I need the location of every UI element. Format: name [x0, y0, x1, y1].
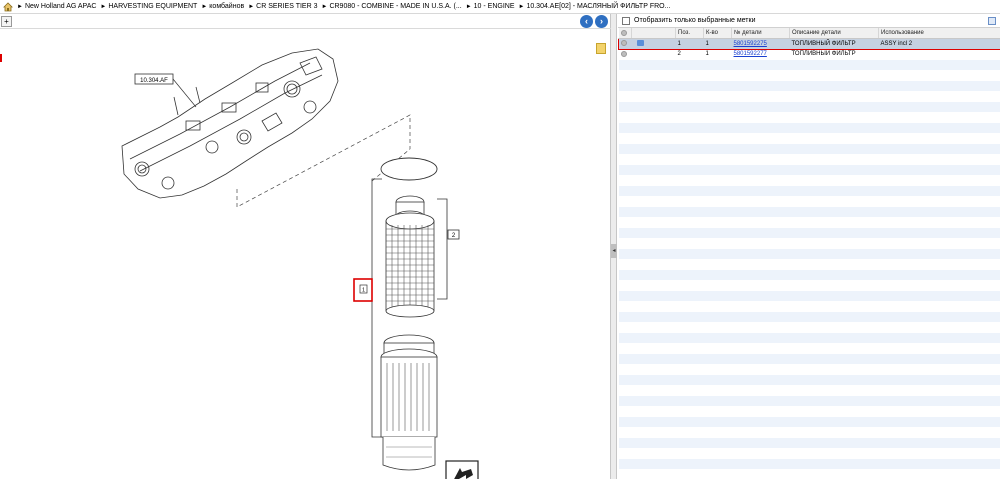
header-pos[interactable]: Поз. — [675, 28, 704, 39]
empty-table-row — [618, 322, 1000, 333]
breadcrumb-item-category[interactable]: ► HARVESTING EQUIPMENT — [100, 3, 197, 10]
header-part-no[interactable]: № детали — [731, 28, 790, 39]
book-arrow-icon[interactable] — [445, 460, 479, 479]
empty-table-row — [618, 185, 1000, 197]
collapse-arrow-icon[interactable]: ◂ — [611, 244, 617, 258]
next-page-button[interactable]: › — [595, 15, 608, 28]
diagram-pane: + ‹ › 10.304.AF 2 1 — [0, 14, 611, 479]
breadcrumb-item-brand[interactable]: ► New Holland AG APAC — [17, 3, 96, 10]
empty-table-row — [618, 353, 1000, 365]
engine-manifold-drawing — [121, 48, 339, 199]
empty-table-row — [618, 437, 1000, 449]
empty-table-row — [618, 154, 1000, 165]
header-cart — [631, 28, 676, 39]
empty-table-row — [618, 343, 1000, 354]
empty-table-row — [618, 385, 1000, 396]
o-ring-drawing — [380, 157, 438, 181]
breadcrumb: ► New Holland AG APAC ► HARVESTING EQUIPME… — [0, 0, 1000, 14]
svg-text:10.304.AF: 10.304.AF — [140, 78, 168, 84]
row-pos: 1 — [675, 38, 704, 50]
empty-table-row — [618, 217, 1000, 228]
row-qty: 1 — [703, 38, 732, 50]
parts-list-pane: Отобразить только выбранные метки Поз. К… — [618, 14, 1000, 479]
empty-table-row — [618, 91, 1000, 102]
header-usage[interactable]: Использование — [878, 28, 1000, 39]
empty-table-row — [618, 164, 1000, 176]
svg-text:1: 1 — [362, 288, 365, 294]
empty-table-row — [618, 101, 1000, 113]
empty-table-row — [618, 122, 1000, 134]
parts-table: Поз. К-во № детали Описание детали Испол… — [618, 28, 1000, 470]
empty-table-row — [618, 406, 1000, 417]
row-select-icon[interactable] — [621, 40, 627, 47]
callout-2[interactable]: 2 — [447, 229, 460, 240]
part-number-link[interactable]: 5801592275 — [734, 41, 767, 47]
empty-table-row — [618, 196, 1000, 207]
empty-table-row — [618, 395, 1000, 407]
empty-table-row — [618, 133, 1000, 144]
show-selected-checkbox[interactable] — [622, 16, 630, 25]
exploded-diagram: 10.304.AF 2 1 — [121, 48, 479, 479]
empty-table-row — [618, 143, 1000, 155]
empty-table-row — [618, 112, 1000, 123]
empty-table-row — [618, 175, 1000, 186]
show-selected-label[interactable]: Отобразить только выбранные метки — [634, 17, 755, 24]
pane-splitter[interactable]: ◂ — [611, 14, 617, 479]
row-pos: 2 — [675, 49, 704, 60]
breadcrumb-item-model[interactable]: ► CR9080 - COMBINE - MADE IN U.S.A. (... — [321, 3, 461, 10]
header-qty[interactable]: К-во — [703, 28, 732, 39]
home-icon[interactable] — [3, 1, 13, 12]
breadcrumb-item-page[interactable]: ► 10.304.AE[02] - МАСЛЯНЫЙ ФИЛЬТР FRO... — [519, 3, 671, 10]
table-row[interactable]: 1 1 5801592275 ТОПЛИВНЫЙ ФИЛЬТР ASSY inc… — [618, 38, 1000, 50]
empty-table-row — [618, 332, 1000, 344]
empty-table-row — [618, 290, 1000, 302]
filter-housing-drawing — [380, 334, 438, 471]
callout-1[interactable]: 1 — [353, 278, 373, 302]
row-usage: ASSY incl 2 — [878, 38, 1000, 50]
empty-table-row — [618, 248, 1000, 260]
empty-table-row — [618, 269, 1000, 281]
empty-table-row — [618, 301, 1000, 312]
empty-table-row — [618, 374, 1000, 386]
reference-label: 10.304.AF — [134, 73, 197, 108]
table-row[interactable]: 2 1 5801592277 ТОПЛИВНЫЙ ФИЛЬТР — [618, 49, 1000, 60]
row-qty: 1 — [703, 49, 732, 60]
row-description: ТОПЛИВНЫЙ ФИЛЬТР — [789, 49, 879, 60]
empty-table-row — [618, 427, 1000, 438]
empty-rows — [618, 59, 1000, 470]
breadcrumb-item-type[interactable]: ► комбайнов — [201, 3, 244, 10]
expand-icon[interactable]: + — [1, 16, 12, 27]
filter-element-drawing — [385, 195, 435, 318]
empty-table-row — [618, 70, 1000, 81]
diagram-toolbar: + ‹ › — [0, 14, 611, 29]
empty-table-row — [618, 227, 1000, 239]
empty-table-row — [618, 448, 1000, 459]
export-icon[interactable] — [988, 17, 996, 25]
empty-table-row — [618, 280, 1000, 291]
filter-bar: Отобразить только выбранные метки — [618, 14, 1000, 28]
empty-table-row — [618, 259, 1000, 270]
part-number-link[interactable]: 5801592277 — [734, 51, 767, 57]
row-select-icon[interactable] — [620, 50, 627, 57]
breadcrumb-item-section[interactable]: ► 10 - ENGINE — [466, 3, 515, 10]
row-usage — [878, 49, 1000, 60]
empty-table-row — [618, 311, 1000, 323]
empty-table-row — [618, 416, 1000, 428]
empty-table-row — [618, 364, 1000, 375]
cart-icon[interactable] — [636, 40, 644, 47]
empty-table-row — [618, 238, 1000, 249]
header-select-icon[interactable] — [618, 28, 632, 39]
empty-table-row — [618, 59, 1000, 71]
previous-page-button[interactable]: ‹ — [580, 15, 593, 28]
header-description[interactable]: Описание детали — [789, 28, 879, 39]
parts-table-header: Поз. К-во № детали Описание детали Испол… — [618, 28, 1000, 39]
row-description: ТОПЛИВНЫЙ ФИЛЬТР — [789, 38, 879, 50]
empty-table-row — [618, 458, 1000, 470]
empty-table-row — [618, 80, 1000, 92]
breadcrumb-item-series[interactable]: ► CR SERIES TIER 3 — [248, 3, 317, 10]
empty-table-row — [618, 206, 1000, 218]
